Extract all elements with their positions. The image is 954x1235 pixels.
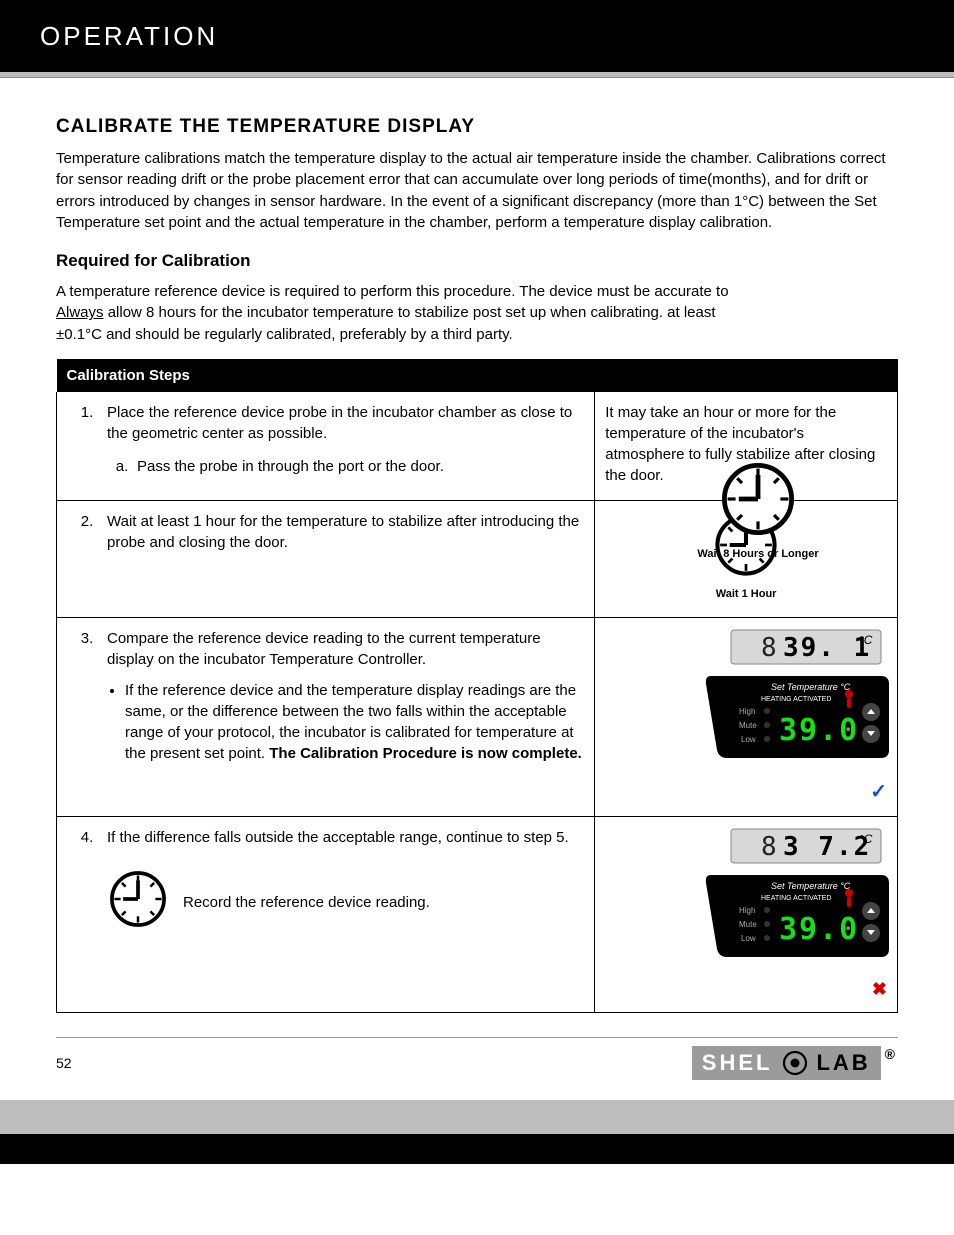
header-section-name: OPERATION bbox=[40, 21, 928, 52]
panel-set-value: 39.0 bbox=[779, 912, 859, 947]
word-always: Always bbox=[56, 304, 104, 321]
page-header-band: OPERATION bbox=[0, 0, 954, 72]
step-text: Place the reference device probe in the … bbox=[107, 402, 584, 444]
svg-text:High: High bbox=[739, 707, 755, 716]
svg-text:°C: °C bbox=[859, 832, 873, 846]
svg-text:Set Temperature °C: Set Temperature °C bbox=[771, 881, 851, 891]
wait-8h-figure: Wait 8 Hours or Longer bbox=[688, 459, 828, 560]
step-text: Compare the reference device reading to … bbox=[107, 628, 584, 670]
panel-heating-label: HEATING ACTIVATED bbox=[761, 696, 831, 703]
svg-text:HEATING ACTIVATED: HEATING ACTIVATED bbox=[761, 895, 831, 902]
step-number: 3. bbox=[67, 628, 107, 649]
table-row: 4. If the difference falls outside the a… bbox=[57, 817, 898, 1013]
svg-text:°C: °C bbox=[859, 633, 873, 647]
top-reading: 8 bbox=[761, 633, 779, 663]
req-post1: allow 8 hours for the incubator temperat… bbox=[108, 304, 663, 321]
step3-bullet: If the reference device and the temperat… bbox=[125, 680, 584, 764]
substep-text: Pass the probe in through the port or th… bbox=[137, 456, 584, 477]
svg-text:High: High bbox=[739, 906, 755, 915]
col-header-blank bbox=[595, 359, 898, 392]
display-panel-ok: 8 39. 1 °C Set Temperature °C HEATING AC… bbox=[701, 628, 891, 802]
wait-1h-label: Wait 1 Hour bbox=[712, 587, 780, 602]
svg-text:Mute: Mute bbox=[739, 920, 757, 929]
step-text: If the difference falls outside the acce… bbox=[107, 827, 584, 848]
svg-text:Low: Low bbox=[741, 934, 756, 943]
section-title: CALIBRATE THE TEMPERATURE DISPLAY bbox=[56, 116, 898, 138]
substep-number: a. bbox=[107, 456, 137, 477]
logo-lab: LAB bbox=[810, 1046, 880, 1080]
shellab-logo: SHEL LAB ® bbox=[692, 1046, 898, 1080]
req-c: C and should be regularly calibrated, pr… bbox=[91, 326, 513, 343]
table-row: 3. Compare the reference device reading … bbox=[57, 618, 898, 817]
check-icon: ✓ bbox=[870, 781, 887, 803]
logo-target-icon bbox=[780, 1046, 810, 1080]
required-subheading: Required for Calibration bbox=[56, 251, 898, 271]
panel-set-label: Set Temperature °C bbox=[771, 682, 851, 692]
step-text: Wait at least 1 hour for the temperature… bbox=[107, 511, 584, 553]
clock-icon bbox=[107, 868, 169, 936]
calibration-steps-table: Calibration Steps 1. Place the reference… bbox=[56, 359, 898, 1013]
step4-record: Record the reference device reading. bbox=[183, 892, 430, 913]
logo-regmark: ® bbox=[885, 1046, 898, 1062]
footer-grey-band bbox=[0, 1100, 954, 1134]
x-icon: ✖ bbox=[872, 979, 887, 999]
step-number: 4. bbox=[67, 827, 107, 848]
clock-icon bbox=[718, 459, 798, 539]
svg-text:Mute: Mute bbox=[739, 721, 757, 730]
page-footer: 52 SHEL LAB ® bbox=[0, 1038, 954, 1080]
required-paragraph: A temperature reference device is requir… bbox=[56, 281, 756, 345]
col-header-steps: Calibration Steps bbox=[57, 359, 595, 392]
svg-text:8: 8 bbox=[761, 832, 779, 862]
step-number: 2. bbox=[67, 511, 107, 532]
svg-text:Low: Low bbox=[741, 735, 756, 744]
logo-shel: SHEL bbox=[692, 1046, 781, 1080]
wait-8h-label: Wait 8 Hours or Longer bbox=[688, 548, 828, 560]
req-pre: A temperature reference device is requir… bbox=[56, 283, 729, 300]
display-panel-bad: 8 3 7.2 °C Set Temperature °C HEATING AC… bbox=[701, 827, 891, 998]
footer-black-band bbox=[0, 1134, 954, 1164]
page-number: 52 bbox=[56, 1055, 72, 1071]
intro-paragraph: Temperature calibrations match the tempe… bbox=[56, 148, 898, 233]
panel-set-value: 39.0 bbox=[779, 713, 859, 748]
step-number: 1. bbox=[67, 402, 107, 423]
